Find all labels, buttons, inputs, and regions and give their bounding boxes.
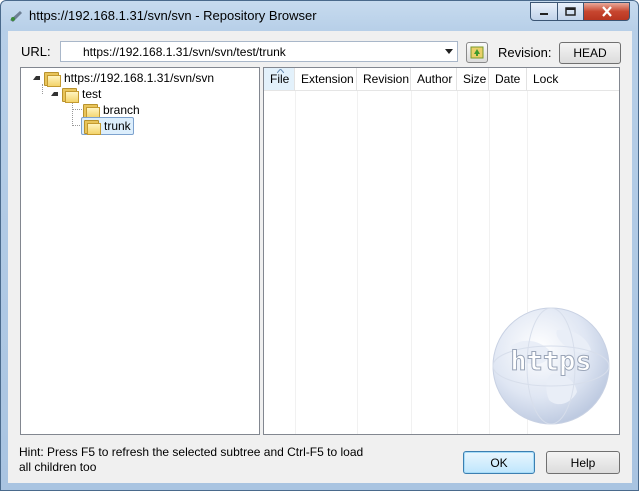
- tree-node-label: https://192.168.1.31/svn/svn: [64, 71, 215, 85]
- folder-icon: [84, 119, 101, 135]
- go-up-folder-button[interactable]: [466, 42, 488, 63]
- watermark-text: https: [510, 346, 591, 377]
- column-header-size[interactable]: Size: [457, 68, 489, 91]
- tree-node-test[interactable]: test: [51, 86, 102, 103]
- column-header-lock[interactable]: Lock: [527, 68, 619, 91]
- column-divider: [357, 91, 358, 434]
- close-icon: [601, 6, 612, 17]
- window-title: https://192.168.1.31/svn/svn - Repositor…: [29, 8, 317, 23]
- minimize-icon: [540, 12, 548, 15]
- tree-node-label: trunk: [104, 119, 131, 133]
- column-header-author[interactable]: Author: [411, 68, 457, 91]
- https-globe-watermark-icon: https: [492, 307, 610, 425]
- tortoise-app-icon: [10, 11, 22, 22]
- help-button[interactable]: Help: [546, 451, 620, 474]
- column-divider: [295, 91, 296, 434]
- tree-node-label: branch: [103, 103, 140, 117]
- tree-node-label: test: [82, 87, 102, 101]
- url-combobox[interactable]: https://192.168.1.31/svn/svn/test/trunk: [60, 41, 458, 62]
- column-divider: [489, 91, 490, 434]
- column-header-date[interactable]: Date: [489, 68, 527, 91]
- tree-node-trunk[interactable]: trunk: [81, 117, 134, 135]
- tree-node-root[interactable]: https://192.168.1.31/svn/svn: [33, 70, 215, 87]
- folder-icon: [62, 87, 79, 103]
- revision-label: Revision:: [498, 45, 552, 60]
- title-bar[interactable]: https://192.168.1.31/svn/svn - Repositor…: [1, 1, 638, 31]
- url-label: URL:: [21, 44, 51, 59]
- tree-line: [72, 109, 82, 110]
- tree-node-branch[interactable]: branch: [83, 102, 140, 119]
- revision-head-button[interactable]: HEAD: [559, 42, 621, 64]
- collapse-triangle-icon[interactable]: [33, 76, 40, 80]
- column-header-revision[interactable]: Revision: [357, 68, 411, 91]
- folder-up-icon: [470, 46, 484, 59]
- minimize-button[interactable]: [530, 2, 558, 21]
- collapse-triangle-icon[interactable]: [51, 92, 58, 96]
- maximize-button[interactable]: [557, 2, 584, 21]
- maximize-icon: [565, 7, 576, 16]
- close-button[interactable]: [583, 2, 630, 21]
- column-divider: [457, 91, 458, 434]
- folder-icon: [83, 103, 100, 119]
- repository-tree[interactable]: https://192.168.1.31/svn/svn test branch…: [20, 67, 260, 435]
- column-header-extension[interactable]: Extension: [295, 68, 357, 91]
- folder-icon: [44, 71, 61, 87]
- file-list[interactable]: File Extension Revision Author Size Date…: [263, 67, 620, 435]
- ok-button[interactable]: OK: [463, 451, 535, 474]
- column-divider: [411, 91, 412, 434]
- dropdown-arrow-icon[interactable]: [445, 49, 453, 54]
- url-value: https://192.168.1.31/svn/svn/test/trunk: [83, 45, 286, 59]
- tree-line: [72, 100, 73, 126]
- sort-arrow-icon: [277, 69, 284, 73]
- repository-browser-window: https://192.168.1.31/svn/svn - Repositor…: [0, 0, 639, 491]
- dialog-client-area: URL: https://192.168.1.31/svn/svn/test/t…: [8, 31, 632, 483]
- hint-text: Hint: Press F5 to refresh the selected s…: [19, 445, 364, 474]
